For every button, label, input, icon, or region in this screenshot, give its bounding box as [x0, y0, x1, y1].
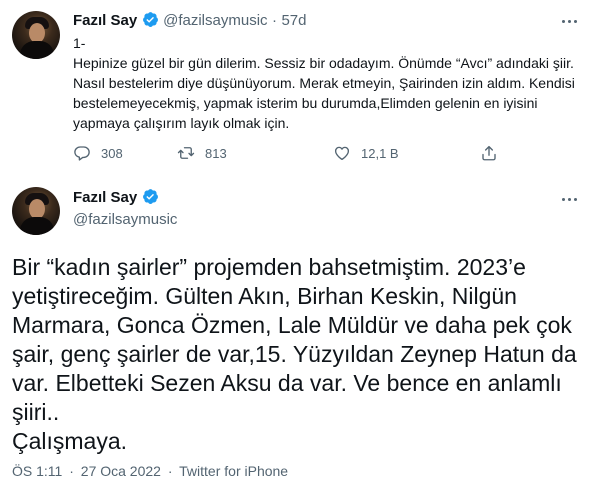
- avatar-body: [20, 217, 54, 235]
- tweet-time[interactable]: ÖS 1:11: [12, 463, 62, 479]
- avatar-body: [20, 41, 54, 59]
- reply-count: 308: [101, 145, 123, 161]
- author-handle[interactable]: @fazilsaymusic: [73, 211, 177, 228]
- tweet-author: Fazıl Say: [73, 188, 159, 207]
- meta-separator: ·: [69, 463, 74, 479]
- author-handle[interactable]: @fazilsaymusic: [163, 12, 267, 29]
- verified-badge-icon: [142, 189, 158, 204]
- tweet-text: 1- Hepinize güzel bir gün dilerim. Sessi…: [73, 35, 575, 131]
- share-button[interactable]: [480, 144, 508, 162]
- tweet-source[interactable]: Twitter for iPhone: [179, 463, 288, 479]
- tweet-text: Bir “kadın şairler” projemden bahsetmişt…: [12, 254, 577, 454]
- like-button[interactable]: 12,1 B: [333, 144, 399, 162]
- tweet-header: Fazıl Say @fazilsaymusic · 57d: [73, 11, 306, 30]
- tweet-meta: ÖS 1:11 · 27 Oca 2022 · Twitter for iPho…: [12, 463, 288, 479]
- author-name[interactable]: Fazıl Say: [73, 12, 137, 29]
- like-icon: [334, 146, 350, 161]
- reply-icon: [74, 146, 90, 161]
- retweet-icon: [177, 147, 195, 159]
- more-options-icon[interactable]: [558, 10, 580, 32]
- retweet-count: 813: [205, 145, 227, 161]
- more-options-icon[interactable]: [558, 188, 580, 210]
- retweet-button[interactable]: 813: [177, 144, 227, 162]
- avatar-face: [29, 23, 45, 43]
- avatar[interactable]: [12, 11, 60, 59]
- avatar-face: [29, 199, 45, 219]
- tweet-time[interactable]: 57d: [281, 12, 306, 29]
- avatar[interactable]: [12, 187, 60, 235]
- verified-badge-icon: [142, 12, 158, 27]
- tweet-date[interactable]: 27 Oca 2022: [81, 463, 161, 479]
- header-separator: ·: [271, 12, 277, 29]
- share-icon: [482, 145, 496, 161]
- tweet-actions: 308 813 12,1 B: [73, 144, 503, 164]
- author-name[interactable]: Fazıl Say: [73, 189, 137, 206]
- reply-button[interactable]: 308: [73, 144, 123, 162]
- meta-separator: ·: [167, 463, 173, 479]
- like-count: 12,1 B: [361, 145, 399, 161]
